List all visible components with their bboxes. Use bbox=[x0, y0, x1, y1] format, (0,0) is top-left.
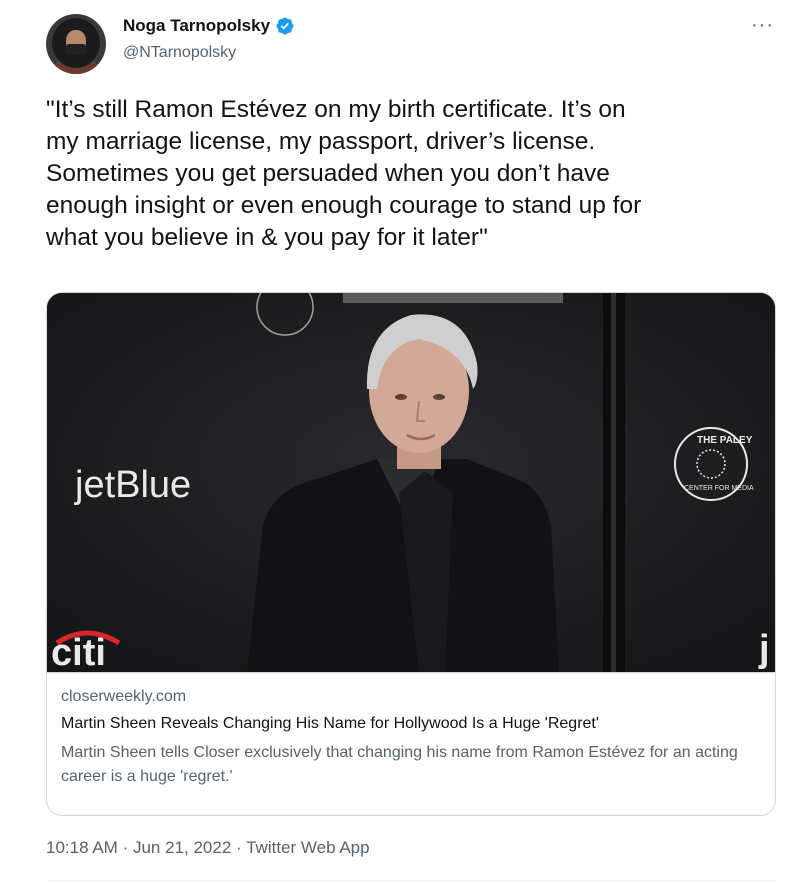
link-card[interactable]: jetBlue citi j THE PALEY CENTER FOR MEDI… bbox=[46, 292, 776, 816]
author-name-row[interactable]: Noga Tarnopolsky bbox=[123, 16, 295, 36]
jetblue-logo: jetBlue bbox=[74, 464, 191, 506]
card-body: closerweekly.com Martin Sheen Reveals Ch… bbox=[47, 672, 775, 815]
card-description: Martin Sheen tells Closer exclusively th… bbox=[61, 744, 738, 785]
author-display-name[interactable]: Noga Tarnopolsky bbox=[123, 16, 270, 36]
author-handle[interactable]: @NTarnopolsky bbox=[123, 44, 236, 62]
card-title: Martin Sheen Reveals Changing His Name f… bbox=[61, 715, 599, 732]
divider bbox=[46, 880, 778, 881]
svg-text:CENTER FOR MEDIA: CENTER FOR MEDIA bbox=[684, 485, 754, 492]
tweet-date[interactable]: Jun 21, 2022 bbox=[133, 838, 231, 857]
tweet-text: "It’s still Ramon Estévez on my birth ce… bbox=[46, 96, 642, 251]
tweet-meta: 10:18 AM · Jun 21, 2022 · Twitter Web Ap… bbox=[46, 838, 370, 858]
tweet: Noga Tarnopolsky @NTarnopolsky ··· "It’s… bbox=[0, 0, 800, 883]
martin-sheen-photo: jetBlue citi j THE PALEY CENTER FOR MEDI… bbox=[47, 293, 775, 672]
meta-separator: · bbox=[236, 838, 242, 857]
more-options-icon[interactable]: ··· bbox=[751, 14, 774, 37]
tweet-source[interactable]: Twitter Web App bbox=[246, 838, 369, 857]
right-logo-fragment: j bbox=[758, 628, 770, 670]
citi-logo: citi bbox=[51, 632, 106, 672]
tweet-time[interactable]: 10:18 AM bbox=[46, 838, 118, 857]
verified-badge-icon bbox=[276, 17, 294, 35]
card-domain: closerweekly.com bbox=[61, 688, 187, 705]
svg-text:THE PALEY: THE PALEY bbox=[697, 435, 753, 446]
avatar[interactable] bbox=[46, 14, 106, 74]
card-image: jetBlue citi j THE PALEY CENTER FOR MEDI… bbox=[47, 293, 775, 672]
meta-separator: · bbox=[122, 838, 129, 857]
